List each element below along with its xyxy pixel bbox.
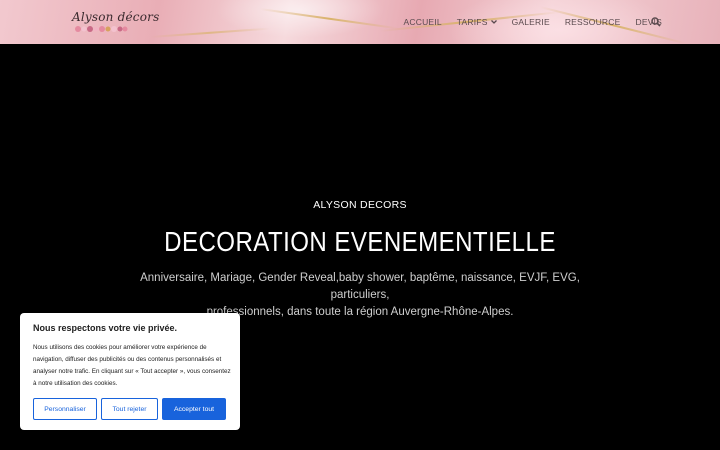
nav-item-label: RESSOURCE bbox=[564, 17, 621, 27]
nav-item-label: TARIFS bbox=[456, 17, 488, 27]
hero-subtitle-line: Anniversaire, Mariage, Gender Reveal,bab… bbox=[140, 272, 580, 301]
site-logo[interactable]: Alyson décors bbox=[70, 8, 159, 36]
nav-item-accueil[interactable]: ACCUEIL bbox=[404, 17, 442, 27]
nav-item-ressource[interactable]: RESSOURCE bbox=[565, 17, 621, 27]
reject-all-button[interactable]: Tout rejeter bbox=[101, 398, 158, 420]
nav-item-label: ACCUEIL bbox=[403, 17, 442, 27]
nav-item-label: GALERIE bbox=[511, 17, 550, 27]
hero-title: DECORATION EVENEMENTIELLE bbox=[164, 226, 556, 257]
search-icon[interactable] bbox=[651, 17, 661, 27]
customize-button[interactable]: Personnaliser bbox=[33, 398, 97, 420]
gold-vein-decoration bbox=[149, 27, 270, 38]
hero-brand: ALYSON DECORS bbox=[313, 199, 407, 211]
cookie-title: Nous respectons votre vie privée. bbox=[33, 323, 178, 333]
cookie-consent-banner: Nous respectons votre vie privée. Nous u… bbox=[20, 313, 240, 430]
logo-text: Alyson décors bbox=[72, 10, 160, 24]
nav-item-tarifs[interactable]: TARIFS bbox=[457, 17, 497, 27]
cookie-description: Nous utilisons des cookies pour améliore… bbox=[33, 344, 231, 387]
chevron-down-icon bbox=[490, 20, 497, 24]
gold-vein-decoration bbox=[259, 8, 399, 30]
nav-item-galerie[interactable]: GALERIE bbox=[512, 17, 550, 27]
site-header: Alyson décors ACCUEIL TARIFS GALERIE RES… bbox=[0, 0, 720, 44]
accept-all-button[interactable]: Accepter tout bbox=[162, 398, 226, 420]
main-nav: ACCUEIL TARIFS GALERIE RESSOURCE DEVIS bbox=[389, 0, 662, 44]
flower-garland-icon bbox=[75, 26, 128, 32]
